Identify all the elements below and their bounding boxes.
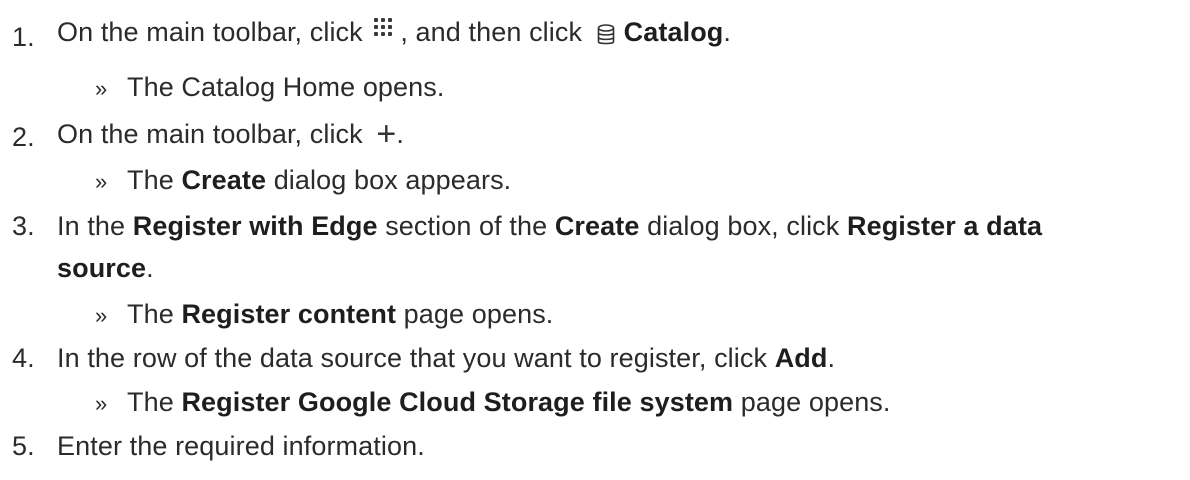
result-text: The xyxy=(127,387,182,417)
step-number: 2. xyxy=(12,122,35,152)
register-a-data-source-term: source xyxy=(57,253,147,283)
step-text-part: , and then click xyxy=(400,17,590,47)
database-icon xyxy=(596,17,616,45)
create-term: Create xyxy=(181,165,267,195)
step-text-part: In the row of the data source that you w… xyxy=(57,343,775,373)
register-a-data-source-term: Register a data xyxy=(846,211,1043,241)
step-text-part: In the xyxy=(57,211,133,241)
register-gcs-term: Register Google Cloud Storage file syste… xyxy=(181,387,734,417)
result-text: The Catalog Home opens. xyxy=(127,72,445,102)
result-chevron: » xyxy=(95,76,108,101)
register-with-edge-term: Register with Edge xyxy=(132,211,378,241)
instruction-document: 1. On the main toolbar, click , and then… xyxy=(0,0,1190,480)
step-text: On the main toolbar, click +. xyxy=(57,112,404,154)
add-term: Add xyxy=(774,343,828,373)
register-content-term: Register content xyxy=(181,299,397,329)
step-text-part: . xyxy=(827,343,836,373)
result-text: The xyxy=(127,299,182,329)
step-text-part: . xyxy=(146,253,154,283)
step-text: Enter the required information. xyxy=(57,426,425,466)
step-text: In the Register with Edge section of the… xyxy=(57,206,1042,246)
step-text-part: On the main toolbar, click xyxy=(57,119,371,149)
result-line: » The Register content page opens. xyxy=(95,294,553,336)
result-text: The xyxy=(127,165,182,195)
step-number: 1. xyxy=(12,22,35,52)
result-chevron: » xyxy=(95,391,108,416)
step-text-part: dialog box, click xyxy=(639,211,847,241)
step-number: 3. xyxy=(12,211,35,241)
create-term: Create xyxy=(554,211,640,241)
result-text: page opens. xyxy=(733,387,891,417)
result-text: page opens. xyxy=(396,299,554,329)
result-line: » The Catalog Home opens. xyxy=(95,67,444,109)
result-chevron: » xyxy=(95,169,108,194)
result-chevron: » xyxy=(95,303,108,328)
result-text: dialog box appears. xyxy=(266,165,512,195)
step-number: 4. xyxy=(12,343,35,373)
step-text-part: On the main toolbar, click xyxy=(57,17,371,47)
result-line: » The Create dialog box appears. xyxy=(95,160,511,202)
catalog-term: Catalog xyxy=(623,17,724,47)
step-text-part: . xyxy=(396,119,404,149)
step-number: 5. xyxy=(12,431,35,461)
step-text-part: section of the xyxy=(377,211,555,241)
step-text: source. xyxy=(57,248,154,288)
plus-icon: + xyxy=(376,115,397,153)
step-text-part: . xyxy=(723,17,731,47)
grid-dots-icon xyxy=(374,16,398,36)
step-text: In the row of the data source that you w… xyxy=(57,338,835,378)
step-text: On the main toolbar, click , and then cl… xyxy=(57,12,731,52)
result-line: » The Register Google Cloud Storage file … xyxy=(95,382,891,424)
step-text-part: Enter the required information. xyxy=(57,431,425,461)
